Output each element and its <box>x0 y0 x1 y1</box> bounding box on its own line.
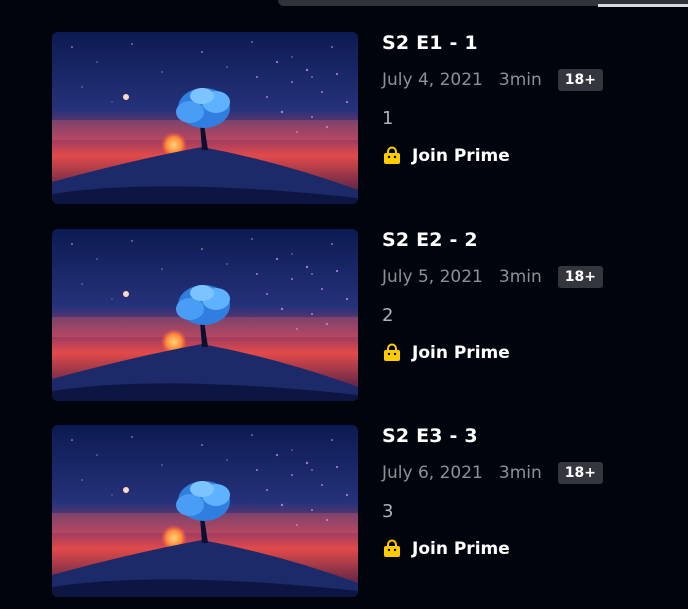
episode-thumbnail[interactable] <box>52 425 358 597</box>
thumbnail-image <box>52 425 358 597</box>
episode-list-page: S2 E1 - 1 July 4, 2021 3min 18+ 1 Join P… <box>0 0 688 609</box>
thumbnail-image <box>52 229 358 401</box>
episode-item: S2 E1 - 1 July 4, 2021 3min 18+ 1 Join P… <box>52 32 652 204</box>
episode-item: S2 E2 - 2 July 5, 2021 3min 18+ 2 Join P… <box>52 229 652 401</box>
episode-duration: 3min <box>498 70 542 90</box>
episode-duration: 3min <box>498 463 542 483</box>
episode-title[interactable]: S2 E1 - 1 <box>382 32 478 54</box>
episode-title[interactable]: S2 E3 - 3 <box>382 425 478 447</box>
episode-synopsis: 3 <box>382 501 394 522</box>
maturity-rating-badge: 18+ <box>557 266 603 288</box>
join-prime-label: Join Prime <box>412 146 510 166</box>
episode-synopsis: 1 <box>382 108 394 129</box>
episode-date: July 6, 2021 <box>382 463 483 483</box>
shopping-bag-icon <box>384 146 400 164</box>
episode-meta: July 5, 2021 3min 18+ <box>382 266 603 288</box>
episode-title[interactable]: S2 E2 - 2 <box>382 229 478 251</box>
episode-date: July 5, 2021 <box>382 267 483 287</box>
episode-meta: July 6, 2021 3min 18+ <box>382 462 603 484</box>
scrollbar-thumb[interactable] <box>598 4 688 7</box>
join-prime-link[interactable]: Join Prime <box>382 146 510 166</box>
thumbnail-image <box>52 32 358 204</box>
join-prime-label: Join Prime <box>412 539 510 559</box>
episode-meta: July 4, 2021 3min 18+ <box>382 69 603 91</box>
maturity-rating-badge: 18+ <box>557 462 603 484</box>
shopping-bag-icon <box>384 343 400 361</box>
episode-synopsis: 2 <box>382 305 394 326</box>
episode-thumbnail[interactable] <box>52 32 358 204</box>
maturity-rating-badge: 18+ <box>557 69 603 91</box>
join-prime-link[interactable]: Join Prime <box>382 343 510 363</box>
episode-thumbnail[interactable] <box>52 229 358 401</box>
episode-item: S2 E3 - 3 July 6, 2021 3min 18+ 3 Join P… <box>52 425 652 597</box>
episode-duration: 3min <box>498 267 542 287</box>
join-prime-label: Join Prime <box>412 343 510 363</box>
episode-date: July 4, 2021 <box>382 70 483 90</box>
join-prime-link[interactable]: Join Prime <box>382 539 510 559</box>
shopping-bag-icon <box>384 539 400 557</box>
